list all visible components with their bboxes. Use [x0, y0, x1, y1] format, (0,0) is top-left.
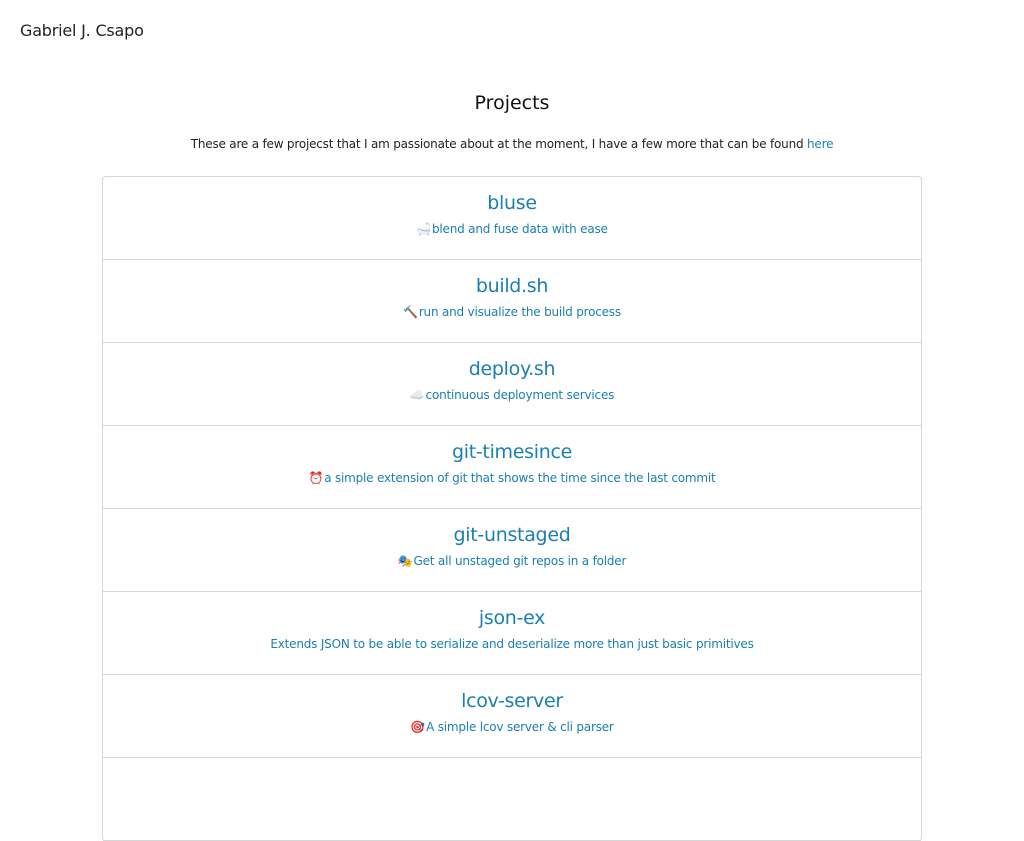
alarm-clock-icon: ⏰ — [308, 471, 324, 485]
intro-here-link[interactable]: here — [807, 137, 833, 151]
project-item-git-unstaged[interactable]: git-unstaged 🎭Get all unstaged git repos… — [103, 509, 921, 592]
project-list: bluse 🛁blend and fuse data with ease bui… — [102, 176, 922, 841]
project-item-next[interactable] — [103, 758, 921, 841]
hammer-icon: 🔨 — [403, 305, 418, 319]
project-description: 🎭Get all unstaged git repos in a folder — [103, 553, 921, 570]
project-name-link[interactable]: lcov-server — [103, 675, 921, 714]
project-description-text: Extends JSON to be able to serialize and… — [270, 637, 754, 651]
project-description-text: blend and fuse data with ease — [432, 222, 608, 236]
project-description: ☁️continuous deployment services — [103, 387, 921, 404]
project-name-link[interactable]: bluse — [103, 177, 921, 216]
project-description-text: continuous deployment services — [425, 388, 615, 402]
project-name-link[interactable]: json-ex — [103, 592, 921, 631]
project-name-link[interactable]: deploy.sh — [103, 343, 921, 382]
project-description: 🛁blend and fuse data with ease — [103, 221, 921, 238]
project-description: 🔨run and visualize the build process — [103, 304, 921, 321]
project-description: Extends JSON to be able to serialize and… — [103, 636, 921, 653]
project-name-link[interactable]: git-timesince — [103, 426, 921, 465]
project-description-text: run and visualize the build process — [418, 305, 621, 319]
project-name-link[interactable] — [103, 758, 921, 771]
project-item-json-ex[interactable]: json-ex Extends JSON to be able to seria… — [103, 592, 921, 675]
project-item-bluse[interactable]: bluse 🛁blend and fuse data with ease — [103, 177, 921, 260]
cloud-icon: ☁️ — [409, 388, 425, 402]
intro-text: These are a few projecst that I am passi… — [190, 137, 808, 151]
project-description: 🎯A simple lcov server & cli parser — [103, 719, 921, 736]
project-item-git-timesince[interactable]: git-timesince ⏰a simple extension of git… — [103, 426, 921, 509]
project-description-text: Get all unstaged git repos in a folder — [413, 554, 627, 568]
project-description-text: A simple lcov server & cli parser — [426, 720, 614, 734]
project-description: ⏰a simple extension of git that shows th… — [103, 470, 921, 487]
project-description-text: a simple extension of git that shows the… — [324, 471, 716, 485]
intro-paragraph: These are a few projecst that I am passi… — [0, 136, 1024, 153]
site-name[interactable]: Gabriel J. Csapo — [20, 20, 144, 42]
bathtub-icon: 🛁 — [416, 222, 431, 236]
project-item-deploy-sh[interactable]: deploy.sh ☁️continuous deployment servic… — [103, 343, 921, 426]
project-item-build-sh[interactable]: build.sh 🔨run and visualize the build pr… — [103, 260, 921, 343]
page-title: Projects — [474, 92, 550, 114]
target-icon: 🎯 — [410, 720, 426, 734]
project-name-link[interactable]: build.sh — [103, 260, 921, 299]
project-name-link[interactable]: git-unstaged — [103, 509, 921, 548]
masks-icon: 🎭 — [397, 554, 413, 568]
project-item-lcov-server[interactable]: lcov-server 🎯A simple lcov server & cli … — [103, 675, 921, 758]
